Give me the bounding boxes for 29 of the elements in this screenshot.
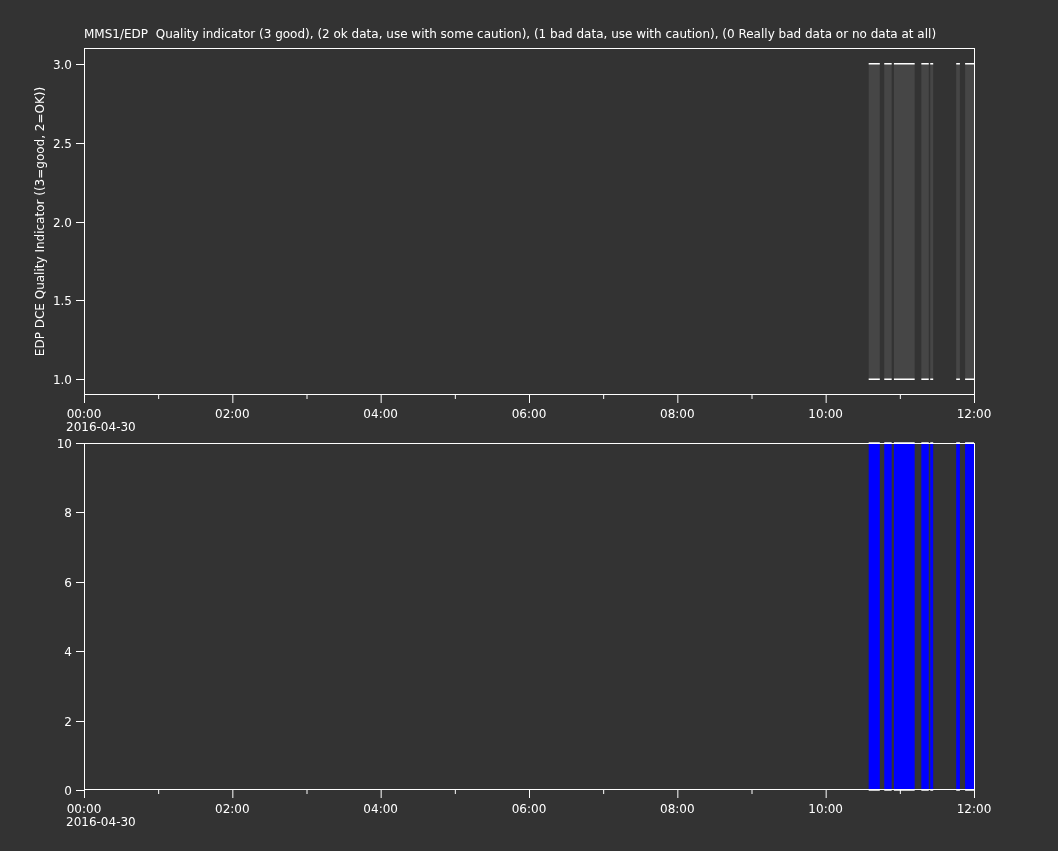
x-tick-label: 00:00 (66, 407, 102, 421)
chart-title: MMS1/EDP Quality indicator (3 good), (2 ok data, use with some caution), (1 bad data, use with caution), (0 Really bad data or no data at all) (84, 27, 937, 41)
y-tick-label: 0 (64, 783, 72, 798)
y-tick-label: 2.0 (52, 215, 72, 230)
y-tick-label: 8 (64, 505, 72, 520)
x-tick-label: 06:00 (511, 407, 547, 421)
x-tick-label: 04:00 (363, 407, 398, 421)
y-tick-label: 2 (64, 714, 72, 729)
y-tick-label: 10 (56, 436, 72, 451)
x-tick-label: 02:00 (215, 407, 250, 421)
y-tick-label: 2.5 (52, 136, 72, 151)
y-tick-label: 1.0 (52, 372, 72, 387)
y-axis-label: EDP DCE Quality Indicator ((3=good, 2=OK)) (33, 86, 47, 357)
x-tick-label: 10:00 (808, 407, 843, 421)
x-tick-label: 12:00 (956, 802, 992, 816)
x-tick-label: 02:00 (215, 802, 250, 816)
y-tick-label: 1.5 (52, 293, 72, 308)
date-label: 2016-04-30 (66, 815, 136, 829)
x-tick-label: 08:00 (660, 407, 695, 421)
x-tick-label: 00:00 (66, 802, 102, 816)
x-tick-label: 06:00 (511, 802, 547, 816)
x-tick-label: 12:00 (956, 407, 992, 421)
y-tick-label: 3.0 (52, 57, 72, 72)
y-tick-label: 4 (64, 644, 72, 659)
x-tick-label: 04:00 (363, 802, 398, 816)
x-tick-label: 10:00 (808, 802, 843, 816)
x-tick-label: 08:00 (660, 802, 695, 816)
y-tick-label: 6 (64, 575, 72, 590)
date-label: 2016-04-30 (66, 420, 136, 434)
